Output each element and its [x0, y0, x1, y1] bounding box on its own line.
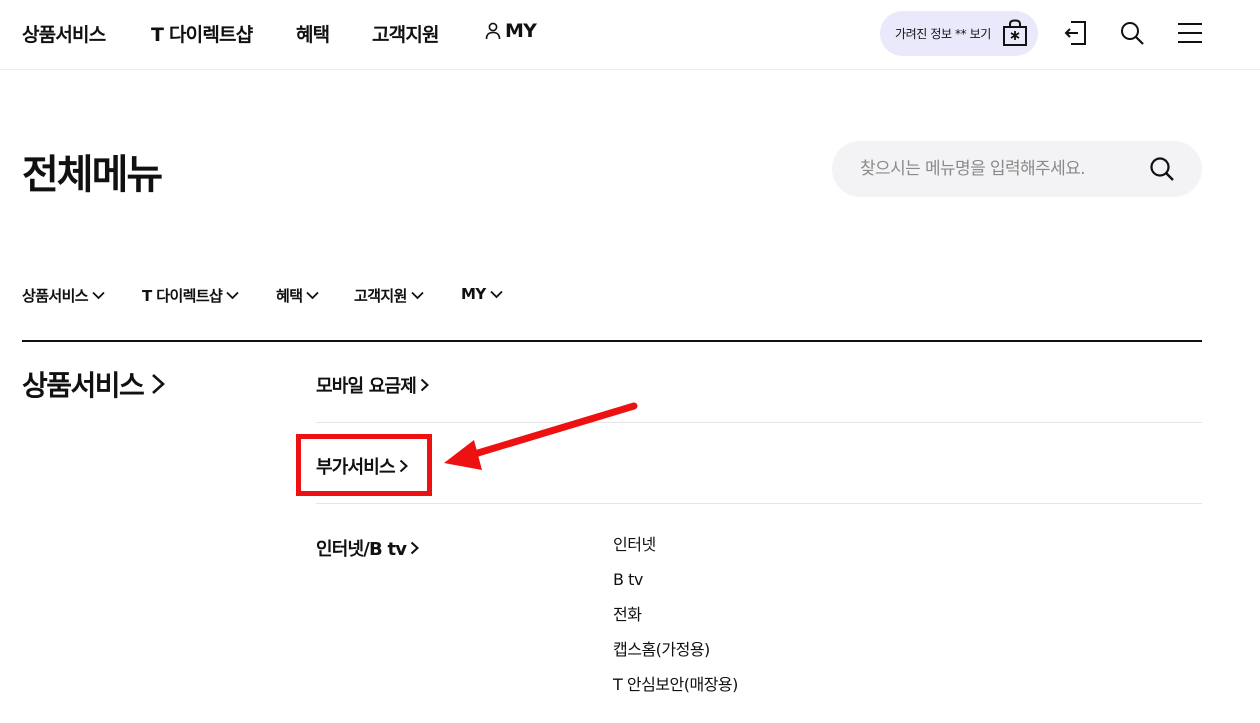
category-tab-direct-shop[interactable]: T 다이렉트샵	[142, 285, 239, 306]
top-nav-item-direct-shop[interactable]: T 다이렉트샵	[151, 20, 253, 47]
chevron-down-icon	[226, 291, 239, 300]
hamburger-icon	[1178, 23, 1202, 43]
highlight-box	[296, 434, 432, 496]
search-icon[interactable]	[1148, 155, 1176, 183]
annotation-arrow-icon	[444, 402, 638, 470]
hidden-info-label: 가려진 정보 ** 보기	[895, 27, 991, 41]
top-header: 상품서비스 T 다이렉트샵 혜택 고객지원 MY 가려진 정보 ** 보기	[0, 0, 1260, 70]
leaf-item-phone[interactable]: 전화	[613, 605, 738, 640]
top-nav-item-benefits[interactable]: 혜택	[296, 20, 330, 47]
search-icon	[1121, 22, 1144, 45]
page-title: 전체메뉴	[22, 152, 163, 198]
chevron-right-icon	[411, 541, 420, 555]
search-button[interactable]	[1117, 18, 1147, 48]
leaf-item-internet[interactable]: 인터넷	[613, 535, 738, 570]
top-nav-item-products[interactable]: 상품서비스	[22, 20, 106, 47]
person-icon	[485, 22, 501, 40]
category-tab-products[interactable]: 상품서비스	[22, 285, 105, 306]
menu-search-input[interactable]	[860, 155, 1140, 183]
submenu-label: 모바일 요금제	[316, 376, 417, 397]
leaf-item-t-security[interactable]: T 안심보안(매장용)	[613, 675, 738, 710]
category-tab-label: 고객지원	[354, 287, 407, 305]
top-nav-item-my[interactable]: MY	[485, 20, 537, 42]
category-tab-label: 혜택	[276, 287, 303, 305]
chevron-down-icon	[411, 291, 424, 300]
chevron-down-icon	[306, 291, 320, 300]
chevron-down-icon	[92, 291, 105, 300]
section-title-label: 상품서비스	[22, 369, 145, 402]
chevron-right-icon	[420, 378, 430, 392]
submenu-label: 인터넷/B tv	[316, 539, 407, 560]
hidden-info-button[interactable]: 가려진 정보 ** 보기	[880, 11, 1038, 56]
section-title-products[interactable]: 상품서비스	[22, 364, 166, 404]
top-nav-item-support[interactable]: 고객지원	[372, 20, 440, 47]
logout-icon	[1064, 21, 1086, 45]
shopping-bag-icon	[1003, 19, 1027, 46]
category-tab-my[interactable]: MY	[461, 285, 503, 303]
category-tabs: 상품서비스 T 다이렉트샵 혜택 고객지원 MY	[22, 285, 1202, 305]
category-tab-support[interactable]: 고객지원	[354, 285, 424, 306]
category-tab-benefits[interactable]: 혜택	[276, 285, 320, 306]
submenu-internet-btv[interactable]: 인터넷/B tv	[316, 535, 420, 561]
category-tab-label: T 다이렉트샵	[142, 287, 223, 305]
top-nav-my-label: MY	[505, 20, 537, 42]
leaf-item-caps-home[interactable]: 캡스홈(가정용)	[613, 640, 738, 675]
submenu-divider	[316, 503, 1202, 504]
category-tab-label: 상품서비스	[22, 287, 89, 305]
internet-submenu-list: 인터넷 B tv 전화 캡스홈(가정용) T 안심보안(매장용)	[613, 535, 738, 710]
menu-search-box	[832, 141, 1202, 197]
section-divider	[22, 340, 1202, 342]
category-tab-label: MY	[461, 285, 486, 303]
logout-button[interactable]	[1061, 18, 1091, 48]
leaf-item-btv[interactable]: B tv	[613, 570, 738, 605]
chevron-right-icon	[152, 374, 166, 394]
chevron-down-icon	[489, 290, 503, 298]
menu-button[interactable]	[1175, 18, 1205, 48]
submenu-mobile-plans[interactable]: 모바일 요금제	[316, 372, 430, 398]
